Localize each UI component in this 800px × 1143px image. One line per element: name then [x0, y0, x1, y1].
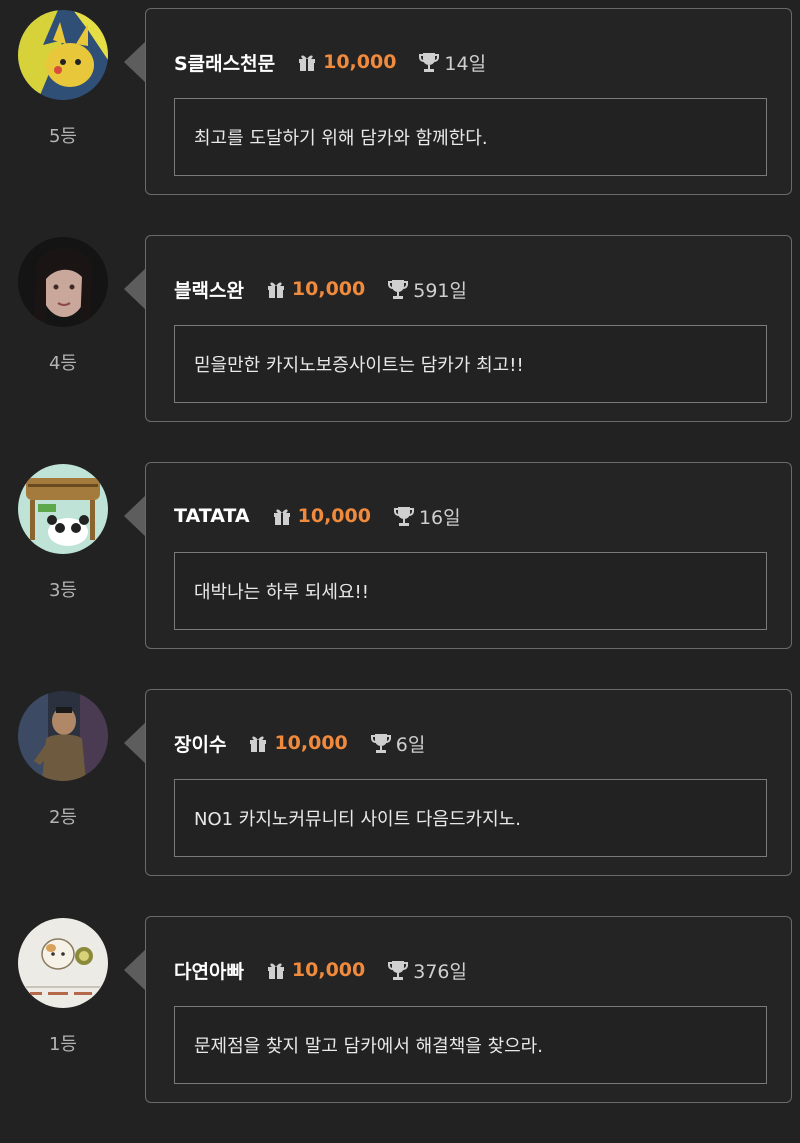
- trophy-icon: [418, 51, 440, 73]
- gift-icon: [248, 733, 268, 753]
- card-header: 장이수 10,000 6일: [174, 728, 425, 758]
- gift-icon: [266, 960, 286, 980]
- user-avatar[interactable]: [18, 918, 108, 1008]
- days-value: 16일: [418, 506, 461, 529]
- gift-icon: [297, 52, 317, 72]
- gift-icon: [266, 279, 286, 299]
- user-avatar[interactable]: [18, 691, 108, 781]
- trophy-icon: [393, 505, 415, 527]
- ranking-entry: 5등 S클래스천문 10,000 14일 최고를 도달하기 위해 담카와 함께한…: [0, 8, 800, 235]
- points-value: 10,000: [323, 51, 397, 73]
- card-header: 다연아빠 10,000 376일: [174, 955, 467, 985]
- comment-card: 다연아빠 10,000 376일 문제점을 찾지 말고 담카에서 해결책을 찾으…: [145, 916, 792, 1103]
- username[interactable]: 다연아빠: [174, 957, 244, 984]
- username[interactable]: S클래스천문: [174, 49, 275, 76]
- points-value: 10,000: [291, 959, 366, 981]
- days-value: 6일: [395, 733, 426, 756]
- card-header: S클래스천문 10,000 14일: [174, 47, 486, 77]
- comment-card: S클래스천문 10,000 14일 최고를 도달하기 위해 담카와 함께한다.: [145, 8, 792, 195]
- gift-icon: [272, 506, 292, 526]
- comment-message: 대박나는 하루 되세요!!: [174, 552, 767, 630]
- rank-label: 3등: [48, 580, 77, 601]
- comment-message: 믿을만한 카지노보증사이트는 담카가 최고!!: [174, 325, 767, 403]
- points-value: 10,000: [297, 505, 371, 527]
- days-value: 14일: [444, 52, 487, 75]
- ranking-entry: 2등 장이수 10,000 6일 NO1 카지노커뮤니티 사이트 다음드카지노.: [0, 689, 800, 916]
- user-avatar[interactable]: [18, 10, 108, 100]
- days-value: 376일: [413, 960, 467, 983]
- points-value: 10,000: [291, 278, 366, 300]
- card-header: TATATA 10,000 16일: [174, 501, 461, 531]
- comment-card: 장이수 10,000 6일 NO1 카지노커뮤니티 사이트 다음드카지노.: [145, 689, 792, 876]
- rank-label: 4등: [48, 353, 77, 374]
- comment-card: TATATA 10,000 16일 대박나는 하루 되세요!!: [145, 462, 792, 649]
- user-avatar[interactable]: [18, 464, 108, 554]
- card-pointer: [124, 495, 146, 537]
- days-value: 591일: [413, 279, 467, 302]
- rank-label: 5등: [48, 126, 77, 147]
- comment-message: NO1 카지노커뮤니티 사이트 다음드카지노.: [174, 779, 767, 857]
- comment-card: 블랙스완 10,000 591일 믿을만한 카지노보증사이트는 담카가 최고!!: [145, 235, 792, 422]
- card-pointer: [124, 268, 146, 310]
- trophy-icon: [387, 278, 409, 300]
- card-pointer: [124, 722, 146, 764]
- username[interactable]: 장이수: [174, 730, 226, 757]
- points-value: 10,000: [274, 732, 348, 754]
- rank-label: 2등: [48, 807, 77, 828]
- username[interactable]: 블랙스완: [174, 276, 244, 303]
- card-pointer: [124, 41, 146, 83]
- trophy-icon: [370, 732, 392, 754]
- trophy-icon: [387, 959, 409, 981]
- comment-message: 최고를 도달하기 위해 담카와 함께한다.: [174, 98, 767, 176]
- rank-label: 1등: [48, 1034, 77, 1055]
- card-header: 블랙스완 10,000 591일: [174, 274, 467, 304]
- ranking-entry: 4등 블랙스완 10,000 591일 믿을만한 카지노보증사이트는 담카가 최…: [0, 235, 800, 462]
- comment-message: 문제점을 찾지 말고 담카에서 해결책을 찾으라.: [174, 1006, 767, 1084]
- ranking-entry: 1등 다연아빠 10,000 376일 문제점을 찾지 말고 담카에서 해결책을…: [0, 916, 800, 1143]
- user-avatar[interactable]: [18, 237, 108, 327]
- ranking-entry: 3등 TATATA 10,000 16일 대박나는 하루 되세요!!: [0, 462, 800, 689]
- card-pointer: [124, 949, 146, 991]
- username[interactable]: TATATA: [174, 505, 250, 527]
